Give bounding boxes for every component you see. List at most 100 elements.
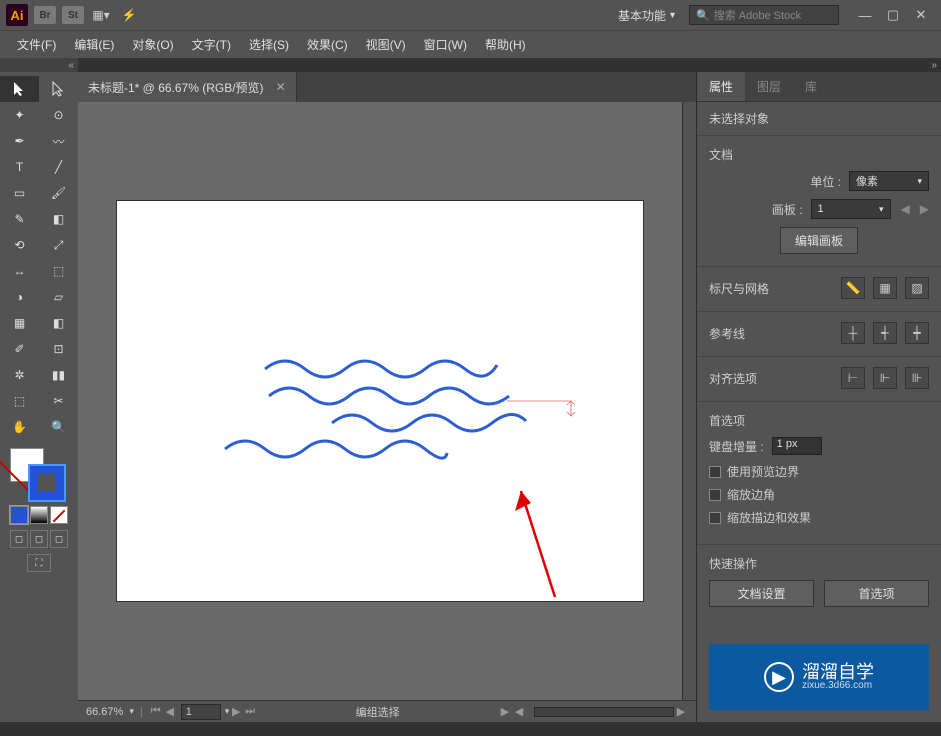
menu-object[interactable]: 对象(O) — [123, 31, 182, 59]
document-setup-button[interactable]: 文档设置 — [709, 580, 814, 607]
paintbrush-tool[interactable]: 🖌 — [39, 180, 78, 206]
scale-corners-checkbox[interactable] — [709, 489, 721, 501]
keyboard-increment-input[interactable]: 1 px — [772, 437, 822, 455]
shaper-tool[interactable]: ✎ — [0, 206, 39, 232]
menu-help[interactable]: 帮助(H) — [476, 31, 535, 59]
minimize-button[interactable]: ― — [851, 5, 879, 25]
stroke-swatch[interactable] — [30, 466, 64, 500]
zoom-level[interactable]: 66.67% — [86, 706, 123, 718]
scale-tool[interactable]: ⤢ — [39, 232, 78, 258]
menu-type[interactable]: 文字(T) — [183, 31, 240, 59]
status-text: 编组选择 — [257, 704, 498, 720]
canvas[interactable] — [78, 102, 682, 700]
preferences-button[interactable]: 首选项 — [824, 580, 929, 607]
smart-guides-icon[interactable]: ┿ — [905, 322, 929, 344]
artboard-dropdown[interactable]: 1 — [811, 199, 891, 219]
draw-inside-icon[interactable]: ◻ — [50, 530, 68, 548]
color-mode-icon[interactable] — [10, 506, 28, 524]
selection-tool[interactable] — [0, 76, 39, 102]
zoom-tool[interactable]: 🔍 — [39, 414, 78, 440]
guides-lock-icon[interactable]: ┽ — [873, 322, 897, 344]
menu-edit[interactable]: 编辑(E) — [65, 31, 123, 59]
prev-artboard-icon[interactable]: ◀ — [163, 705, 177, 718]
artboard — [117, 201, 643, 601]
vertical-scrollbar[interactable] — [682, 102, 696, 700]
next-artboard-icon[interactable]: ▶ — [229, 705, 243, 718]
units-label: 单位 : — [810, 173, 841, 190]
snap-grid-icon[interactable]: ⊩ — [873, 367, 897, 389]
tab-layers[interactable]: 图层 — [745, 72, 793, 101]
maximize-button[interactable]: ▢ — [879, 5, 907, 25]
arrange-docs-icon[interactable]: ▦▾ — [90, 4, 112, 26]
menu-view[interactable]: 视图(V) — [357, 31, 415, 59]
artboard-tool[interactable]: ⬚ — [0, 388, 39, 414]
last-artboard-icon[interactable]: ⏭ — [243, 705, 257, 718]
eyedropper-tool[interactable]: ✐ — [0, 336, 39, 362]
blend-tool[interactable]: ⊡ — [39, 336, 78, 362]
draw-normal-icon[interactable]: ◻ — [10, 530, 28, 548]
ruler-icon[interactable]: 📏 — [841, 277, 865, 299]
status-popup-icon[interactable]: ▶ — [498, 705, 512, 718]
lasso-tool[interactable]: ⊙ — [39, 102, 78, 128]
curvature-tool[interactable]: 〰 — [39, 128, 78, 154]
align-options-label: 对齐选项 — [709, 370, 833, 387]
edit-artboards-button[interactable]: 编辑画板 — [780, 227, 858, 254]
line-tool[interactable]: ╱ — [39, 154, 78, 180]
fill-stroke-swatches[interactable] — [0, 446, 78, 502]
scale-strokes-checkbox[interactable] — [709, 512, 721, 524]
workspace-switcher[interactable]: 基本功能 — [618, 7, 675, 24]
tab-libraries[interactable]: 库 — [793, 72, 829, 101]
perspective-tool[interactable]: ▱ — [39, 284, 78, 310]
close-button[interactable]: ✕ — [907, 5, 935, 25]
mesh-tool[interactable]: ▦ — [0, 310, 39, 336]
bridge-button[interactable]: Br — [34, 6, 56, 24]
gpu-icon[interactable]: ⚡ — [118, 4, 140, 26]
use-preview-checkbox[interactable] — [709, 466, 721, 478]
pen-tool[interactable]: ✒ — [0, 128, 39, 154]
hand-tool[interactable]: ✋ — [0, 414, 39, 440]
units-dropdown[interactable]: 像素 — [849, 171, 929, 191]
menu-select[interactable]: 选择(S) — [240, 31, 298, 59]
symbol-sprayer-tool[interactable]: ✲ — [0, 362, 39, 388]
toolbar-collapse-icon[interactable]: « — [68, 60, 74, 71]
stock-button[interactable]: St — [62, 6, 84, 24]
document-tab[interactable]: 未标题-1* @ 66.67% (RGB/预览) ✕ — [78, 72, 297, 102]
eraser-tool[interactable]: ◧ — [39, 206, 78, 232]
direct-selection-tool[interactable] — [39, 76, 78, 102]
search-placeholder: 搜索 Adobe Stock — [714, 7, 801, 23]
magic-wand-tool[interactable]: ✦ — [0, 102, 39, 128]
rotate-tool[interactable]: ⟲ — [0, 232, 39, 258]
prefs-section-title: 首选项 — [709, 412, 929, 429]
transparency-grid-icon[interactable]: ▨ — [905, 277, 929, 299]
column-graph-tool[interactable]: ▮▮ — [39, 362, 78, 388]
guides-show-icon[interactable]: ┼ — [841, 322, 865, 344]
draw-behind-icon[interactable]: ◻ — [30, 530, 48, 548]
tab-close-icon[interactable]: ✕ — [276, 80, 286, 94]
menu-window[interactable]: 窗口(W) — [415, 31, 476, 59]
document-tab-title: 未标题-1* @ 66.67% (RGB/预览) — [88, 79, 264, 96]
menu-file[interactable]: 文件(F) — [8, 31, 65, 59]
gradient-mode-icon[interactable] — [30, 506, 48, 524]
artboard-prev-icon[interactable]: ◀ — [901, 202, 910, 216]
snap-point-icon[interactable]: ⊢ — [841, 367, 865, 389]
grid-icon[interactable]: ▦ — [873, 277, 897, 299]
menu-effect[interactable]: 效果(C) — [298, 31, 357, 59]
type-tool[interactable]: T — [0, 154, 39, 180]
rectangle-tool[interactable]: ▭ — [0, 180, 39, 206]
panel-collapse-icon[interactable]: » — [931, 60, 937, 71]
gradient-tool[interactable]: ◧ — [39, 310, 78, 336]
slice-tool[interactable]: ✂ — [39, 388, 78, 414]
none-mode-icon[interactable] — [50, 506, 68, 524]
artboard-next-icon[interactable]: ▶ — [920, 202, 929, 216]
first-artboard-icon[interactable]: ⏮ — [149, 705, 163, 718]
tab-properties[interactable]: 属性 — [697, 72, 745, 101]
screen-mode-icon[interactable]: ⛶ — [27, 554, 51, 572]
shape-builder-tool[interactable]: ◑ — [0, 284, 39, 310]
no-selection-label: 未选择对象 — [697, 102, 941, 135]
free-transform-tool[interactable]: ⬚ — [39, 258, 78, 284]
artboard-number-input[interactable]: 1 — [181, 704, 221, 720]
snap-pixel-icon[interactable]: ⊪ — [905, 367, 929, 389]
search-input[interactable]: 🔍搜索 Adobe Stock — [689, 5, 839, 25]
width-tool[interactable]: ↔ — [0, 258, 39, 284]
horizontal-scrollbar[interactable] — [534, 707, 674, 717]
